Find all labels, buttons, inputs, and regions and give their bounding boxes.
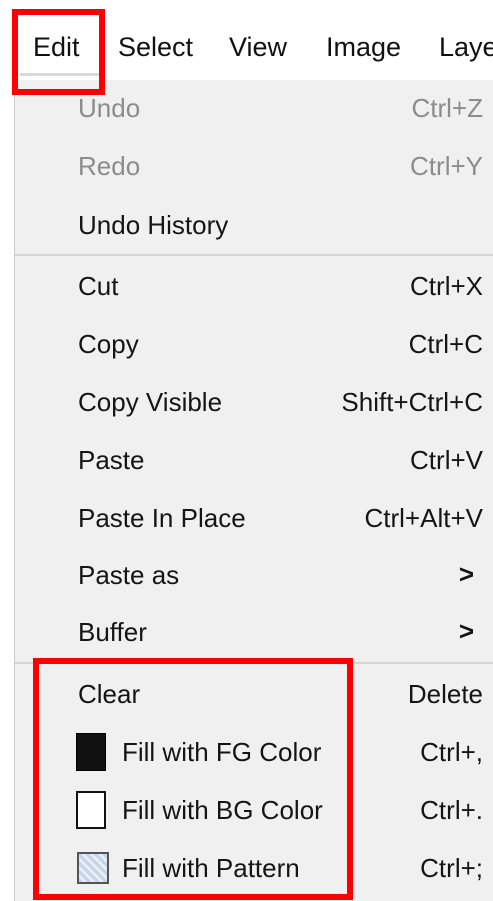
menu-item-cut[interactable]: Cut Ctrl+X bbox=[15, 259, 493, 313]
fg-color-swatch-icon bbox=[76, 733, 106, 771]
menu-item-shortcut: Ctrl+X bbox=[410, 271, 483, 301]
menu-item-label: Undo bbox=[78, 93, 141, 123]
menu-item-paste-as[interactable]: Paste as > bbox=[15, 548, 493, 602]
menu-item-paste-in-place[interactable]: Paste In Place Ctrl+Alt+V bbox=[15, 491, 493, 545]
menu-item-shortcut: Ctrl+; bbox=[420, 853, 483, 883]
screenshot-stage: Edit Select View Image Laye Undo Ctrl+Z … bbox=[0, 0, 493, 901]
chevron-right-icon: > bbox=[458, 616, 474, 646]
menu-select[interactable]: Select bbox=[118, 32, 193, 63]
menubar: Edit Select View Image Laye bbox=[0, 22, 493, 80]
chevron-right-icon: > bbox=[458, 559, 474, 589]
menu-item-undo[interactable]: Undo Ctrl+Z bbox=[15, 81, 493, 135]
menu-item-shortcut: Ctrl+C bbox=[408, 329, 483, 359]
menu-item-shortcut: Ctrl+V bbox=[410, 445, 483, 475]
menu-item-shortcut: Delete bbox=[407, 679, 483, 709]
menu-item-label: Fill with Pattern bbox=[122, 853, 300, 883]
menu-item-label: Paste as bbox=[78, 560, 180, 590]
menu-item-label: Cut bbox=[78, 271, 119, 301]
menu-item-copy[interactable]: Copy Ctrl+C bbox=[15, 317, 493, 371]
menu-item-shortcut: Ctrl+. bbox=[420, 795, 483, 825]
menu-separator bbox=[15, 662, 493, 664]
menu-edit[interactable]: Edit bbox=[33, 32, 80, 63]
menu-item-fill-fg-color[interactable]: Fill with FG Color Ctrl+, bbox=[15, 725, 493, 779]
menu-item-label: Clear bbox=[78, 679, 141, 709]
menu-item-label: Buffer bbox=[78, 617, 147, 647]
menu-image[interactable]: Image bbox=[326, 32, 401, 63]
menu-item-fill-pattern[interactable]: Fill with Pattern Ctrl+; bbox=[15, 841, 493, 895]
menu-item-label: Copy bbox=[78, 329, 139, 359]
menu-item-label: Fill with BG Color bbox=[122, 795, 323, 825]
menu-item-label: Paste bbox=[78, 445, 145, 475]
menu-item-redo[interactable]: Redo Ctrl+Y bbox=[15, 139, 493, 193]
menu-layer[interactable]: Laye bbox=[439, 32, 493, 63]
menu-item-copy-visible[interactable]: Copy Visible Shift+Ctrl+C bbox=[15, 375, 493, 429]
active-menu-indicator bbox=[20, 73, 105, 76]
menu-item-shortcut: Ctrl+Alt+V bbox=[364, 503, 484, 533]
menu-item-clear[interactable]: Clear Delete bbox=[15, 667, 493, 721]
canvas-edge bbox=[0, 80, 14, 901]
menu-item-label: Undo History bbox=[78, 210, 229, 240]
menu-item-label: Fill with FG Color bbox=[122, 737, 322, 767]
menu-item-shortcut: Shift+Ctrl+C bbox=[341, 387, 483, 417]
menu-item-fill-bg-color[interactable]: Fill with BG Color Ctrl+. bbox=[15, 783, 493, 837]
edit-dropdown-menu: Undo Ctrl+Z Redo Ctrl+Y Undo History Cut… bbox=[14, 80, 493, 901]
menu-item-paste[interactable]: Paste Ctrl+V bbox=[15, 433, 493, 487]
menu-item-label: Paste In Place bbox=[78, 503, 246, 533]
menu-item-undo-history[interactable]: Undo History bbox=[15, 198, 493, 252]
menu-item-shortcut: Ctrl+, bbox=[420, 737, 483, 767]
menu-item-label: Redo bbox=[78, 151, 141, 181]
menu-separator bbox=[15, 254, 493, 256]
menu-item-label: Copy Visible bbox=[78, 387, 223, 417]
bg-color-swatch-icon bbox=[76, 791, 106, 829]
menu-view[interactable]: View bbox=[229, 32, 287, 63]
menu-item-shortcut: Ctrl+Z bbox=[411, 93, 484, 123]
menu-item-shortcut: Ctrl+Y bbox=[410, 151, 483, 181]
menu-item-buffer[interactable]: Buffer > bbox=[15, 605, 493, 659]
pattern-icon bbox=[77, 852, 109, 884]
